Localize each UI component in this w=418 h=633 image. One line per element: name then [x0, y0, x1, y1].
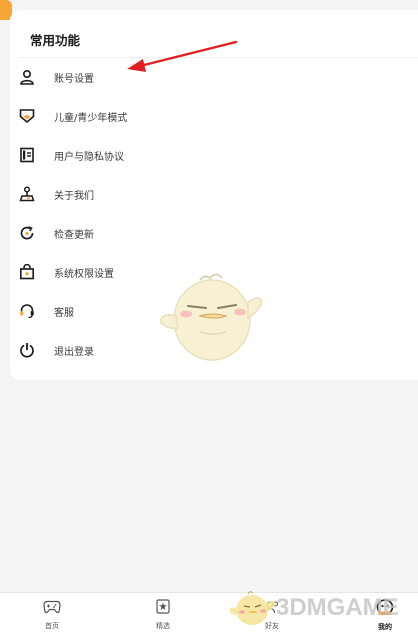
nav-featured[interactable]: 精选 [143, 599, 183, 633]
menu-item-label: 账号设置 [54, 73, 94, 85]
joystick-icon [18, 185, 36, 203]
nav-home[interactable]: 首页 [32, 599, 72, 633]
headset-icon [18, 302, 36, 320]
user-icon [18, 68, 36, 86]
lock-box-icon [18, 263, 36, 281]
shield-child-icon [18, 107, 36, 125]
gamepad-icon [43, 599, 61, 618]
refresh-icon [18, 224, 36, 242]
menu-item-label: 退出登录 [54, 346, 94, 358]
menu-item-label: 儿童/青少年模式 [54, 112, 128, 124]
watermark: 3DMGAME [226, 582, 418, 632]
menu-item-account-settings[interactable]: 账号设置 [18, 60, 408, 94]
menu-item-label: 系统权限设置 [54, 268, 114, 280]
title-divider [18, 57, 418, 58]
menu-item-check-update[interactable]: 检查更新 [18, 216, 408, 250]
nav-label: 精选 [156, 622, 170, 630]
menu-item-privacy-agreement[interactable]: 用户与隐私协议 [18, 138, 408, 172]
nav-label: 首页 [45, 622, 59, 630]
mascot-illustration [160, 273, 263, 361]
power-icon [18, 341, 36, 359]
menu-item-youth-mode[interactable]: 儿童/青少年模式 [18, 99, 408, 133]
menu-item-about-us[interactable]: 关于我们 [18, 177, 408, 211]
menu-item-label: 客服 [54, 307, 74, 319]
menu-item-label: 用户与隐私协议 [54, 151, 124, 163]
menu-item-label: 关于我们 [54, 190, 94, 202]
document-icon [18, 146, 36, 164]
watermark-mascot [229, 591, 276, 625]
star-card-icon [156, 599, 170, 618]
section-title: 常用功能 [30, 33, 81, 48]
menu-item-label: 检查更新 [54, 229, 94, 241]
watermark-text: 3DMGAME [276, 594, 399, 621]
